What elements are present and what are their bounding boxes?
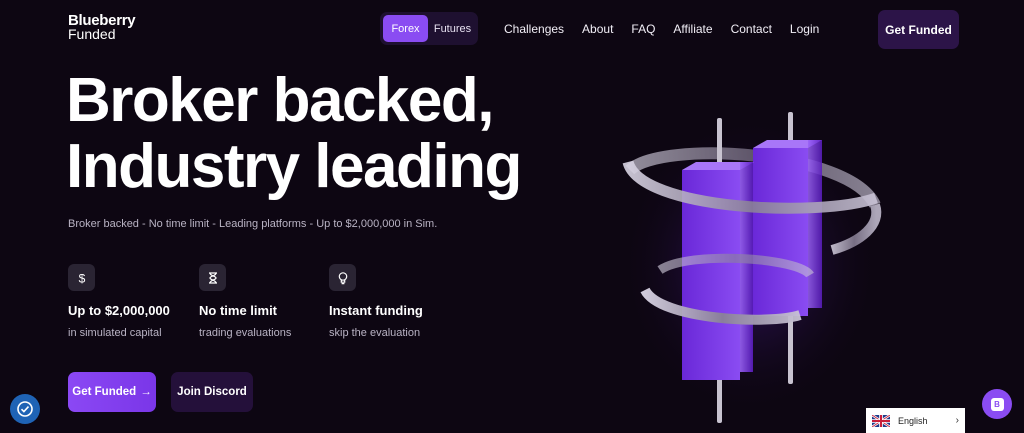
nav-login[interactable]: Login — [790, 22, 819, 36]
feature-subtitle: in simulated capital — [68, 327, 162, 339]
hourglass-icon — [199, 264, 226, 291]
feature-subtitle: trading evaluations — [199, 327, 292, 339]
feature-title: Instant funding — [329, 303, 423, 318]
chat-icon: B — [990, 397, 1004, 411]
accessibility-icon — [17, 401, 33, 417]
toggle-futures[interactable]: Futures — [430, 15, 475, 42]
market-toggle: Forex Futures — [380, 12, 478, 45]
feature-time-limit: No time limit trading evaluations — [199, 264, 291, 339]
hero-title-line1: Broker backed, — [66, 66, 494, 135]
accessibility-button[interactable] — [10, 394, 40, 424]
language-label: English — [898, 415, 928, 426]
header-get-funded-button[interactable]: Get Funded — [878, 10, 959, 49]
get-funded-button[interactable]: Get Funded → — [68, 372, 156, 412]
feature-title: No time limit — [199, 303, 278, 318]
brand-name-line2: Funded — [68, 26, 116, 42]
feature-subtitle: skip the evaluation — [329, 327, 421, 339]
nav-faq[interactable]: FAQ — [631, 22, 655, 36]
chat-widget-button[interactable]: B — [982, 389, 1012, 419]
candlestick-illustration — [620, 112, 882, 423]
arrow-right-icon: → — [140, 386, 152, 398]
toggle-forex[interactable]: Forex — [383, 15, 428, 42]
nav-affiliate[interactable]: Affiliate — [673, 22, 712, 36]
feature-instant-funding: Instant funding skip the evaluation — [329, 264, 423, 339]
hero-title: Broker backed, Industry leading — [66, 66, 522, 201]
nav-challenges[interactable]: Challenges — [504, 22, 564, 36]
join-discord-button[interactable]: Join Discord — [171, 372, 253, 412]
chevron-right-icon: › — [955, 415, 959, 426]
get-funded-label: Get Funded — [72, 386, 137, 398]
main-nav: Challenges About FAQ Affiliate Contact L… — [504, 22, 837, 36]
language-selector[interactable]: English › — [866, 408, 965, 433]
uk-flag-icon — [872, 414, 890, 427]
svg-text:$: $ — [78, 271, 85, 285]
nav-about[interactable]: About — [582, 22, 613, 36]
hero-subtitle: Broker backed - No time limit - Leading … — [68, 218, 438, 230]
feature-capital: $ Up to $2,000,000 in simulated capital — [68, 264, 170, 339]
lightbulb-icon — [329, 264, 356, 291]
nav-contact[interactable]: Contact — [731, 22, 772, 36]
dollar-icon: $ — [68, 264, 95, 291]
feature-title: Up to $2,000,000 — [68, 303, 170, 318]
hero-title-line2: Industry leading — [66, 132, 522, 201]
brand-logo[interactable]: Blueberry Funded — [68, 13, 136, 42]
